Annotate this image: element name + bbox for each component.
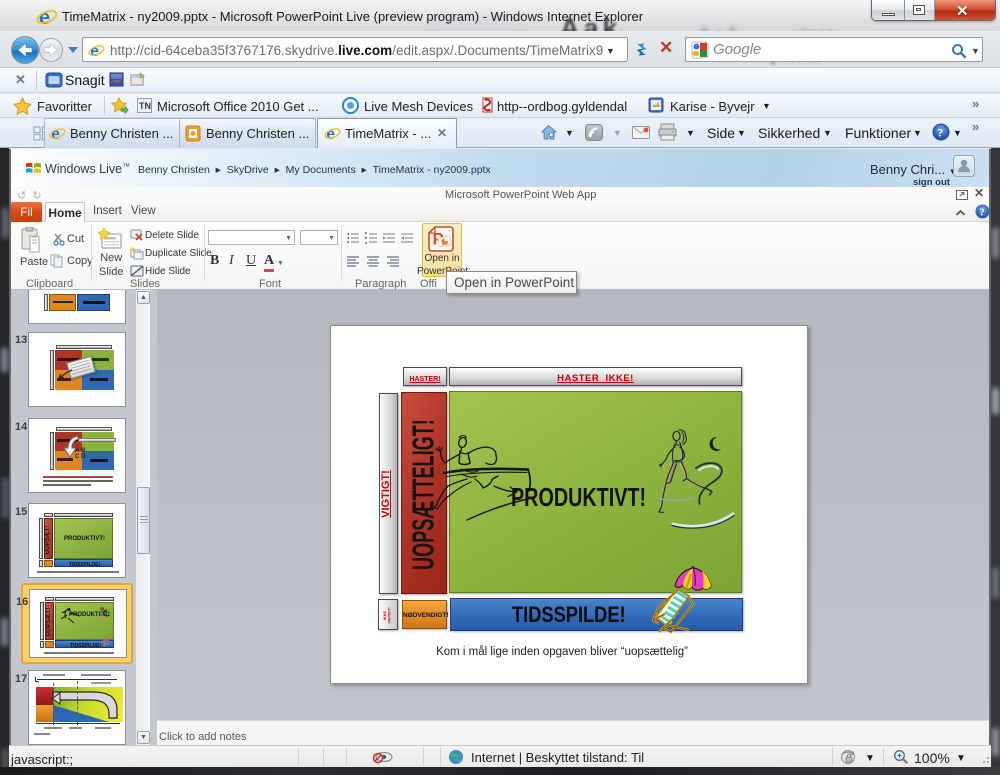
- svg-text:?: ?: [980, 208, 985, 219]
- svg-text:?: ?: [937, 126, 943, 140]
- svg-text:TN: TN: [139, 101, 151, 111]
